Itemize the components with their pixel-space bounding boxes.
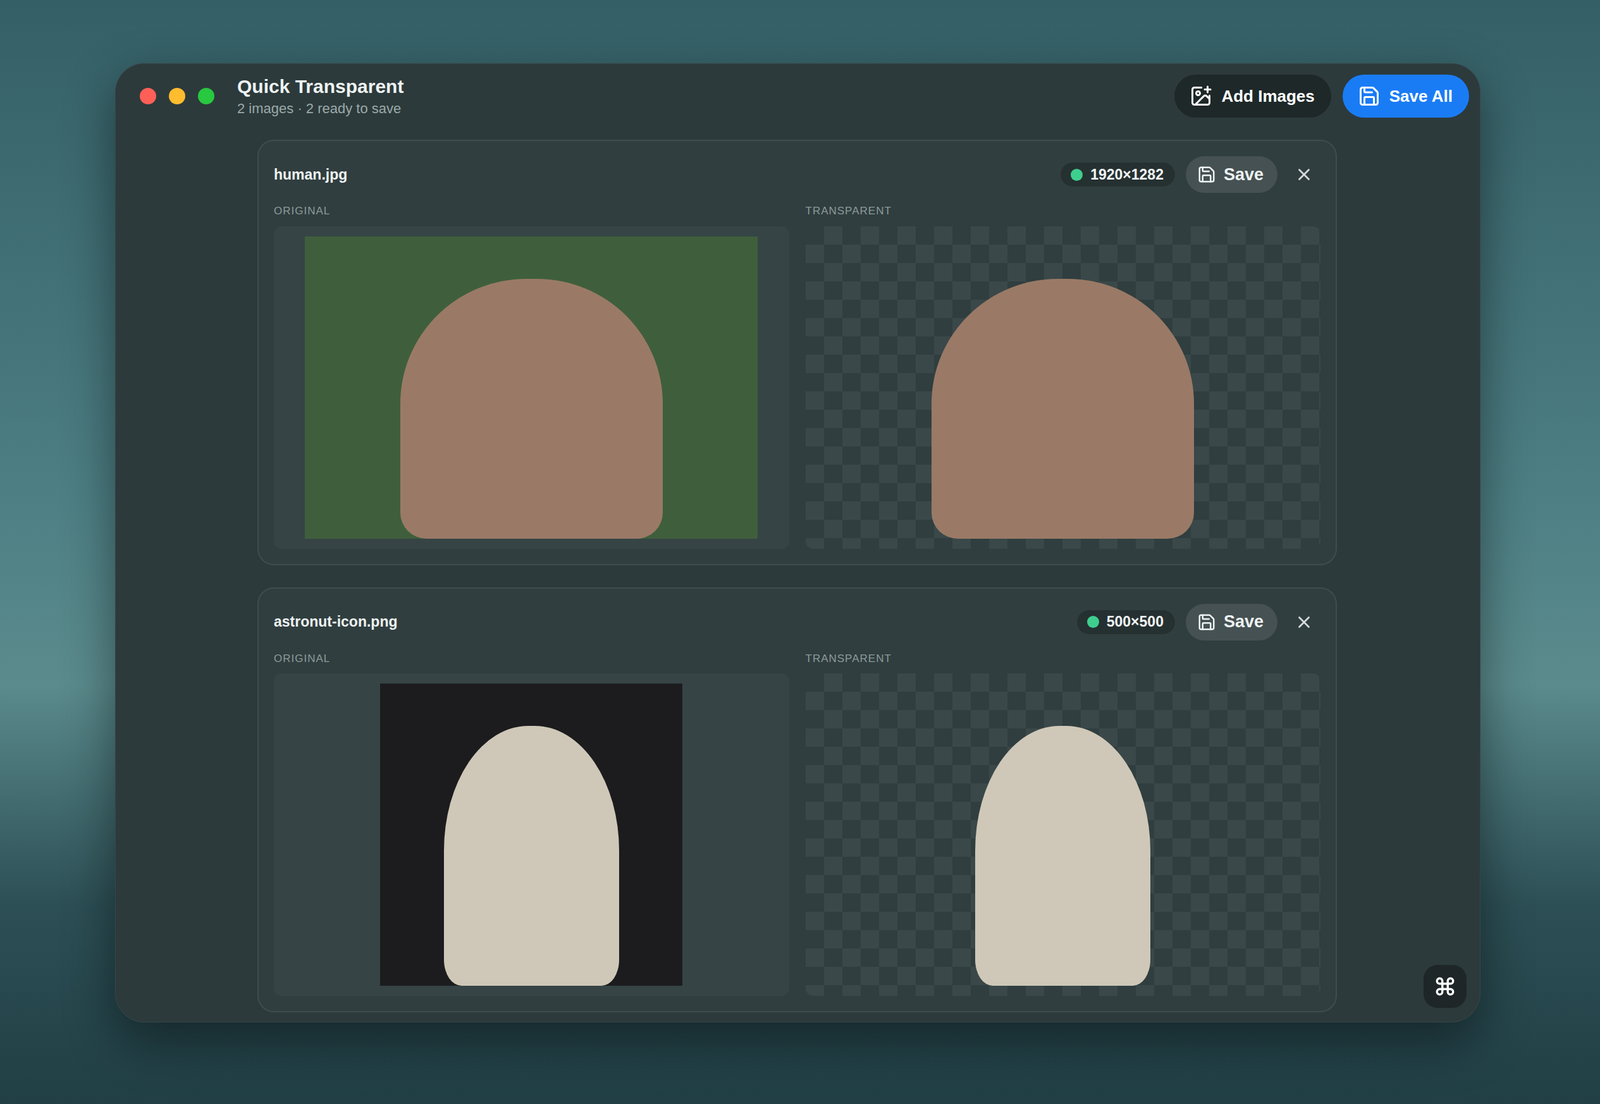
zoom-window-button[interactable] (197, 87, 215, 105)
transparent-label: TRANSPARENT (805, 205, 1322, 218)
cutout-subject (931, 278, 1194, 539)
remove-button[interactable] (1287, 605, 1321, 639)
file-name: astronut-icon.png (273, 613, 1067, 631)
save-icon (1197, 165, 1217, 185)
app-window: Quick Transparent2 images · 2 ready to s… (115, 63, 1481, 1023)
button-label: Add Images (1221, 86, 1315, 107)
close-window-button[interactable] (139, 87, 157, 105)
image-list: human.jpg 1920×1282 Save ORIGINAL TRANSPAREN… (257, 139, 1339, 1013)
save-label: Save (1223, 165, 1264, 185)
close-icon (1294, 165, 1314, 185)
image-card: astronut-icon.png 500×500 Save ORIGINAL TRAN… (257, 587, 1337, 1014)
save-all-button[interactable]: Save All (1342, 74, 1470, 118)
original-label: ORIGINAL (273, 205, 790, 218)
save-icon (1357, 84, 1381, 108)
window-title: Quick Transparent (237, 75, 404, 99)
card-header: astronut-icon.png 500×500 Save (273, 603, 1321, 641)
dimensions-badge: 1920×1282 (1059, 161, 1176, 188)
transparent-panel (805, 673, 1322, 997)
transparent-image (911, 683, 1215, 986)
window-controls (139, 87, 215, 105)
save-button[interactable]: Save (1185, 603, 1278, 641)
transparent-label: TRANSPARENT (805, 653, 1322, 666)
preview-columns: ORIGINAL TRANSPARENT (273, 653, 1321, 997)
status-dot (1070, 168, 1083, 181)
original-label: ORIGINAL (273, 653, 790, 666)
original-subject (443, 726, 620, 986)
original-image (380, 683, 683, 986)
dimensions-text: 1920×1282 (1090, 166, 1164, 184)
button-label: Save All (1389, 86, 1453, 107)
preview-columns: ORIGINAL TRANSPARENT (273, 205, 1321, 549)
original-image (304, 236, 758, 539)
minimize-window-button[interactable] (168, 87, 186, 105)
file-name: human.jpg (273, 166, 1050, 184)
remove-button[interactable] (1287, 158, 1321, 191)
title-bar: Quick Transparent2 images · 2 ready to s… (139, 74, 1470, 118)
save-label: Save (1223, 612, 1264, 632)
window-subtitle: 2 images · 2 ready to save (237, 100, 404, 117)
save-icon (1197, 612, 1217, 632)
transparent-panel (805, 226, 1322, 549)
transparent-column: TRANSPARENT (805, 205, 1322, 549)
original-column: ORIGINAL (273, 653, 790, 997)
title-block: Quick Transparent2 images · 2 ready to s… (237, 75, 404, 117)
original-panel (273, 673, 790, 997)
add-images-button[interactable]: Add Images (1174, 74, 1331, 118)
transparent-image (836, 236, 1290, 539)
toolbar: Add Images Save All (1174, 74, 1470, 118)
original-subject (400, 278, 663, 539)
close-icon (1294, 612, 1314, 632)
image-card: human.jpg 1920×1282 Save ORIGINAL TRANSPAREN… (257, 139, 1337, 566)
add-image-icon (1189, 84, 1213, 108)
original-panel (273, 226, 790, 549)
desktop: Quick Transparent2 images · 2 ready to s… (0, 0, 1600, 1104)
card-header: human.jpg 1920×1282 Save (273, 156, 1321, 193)
dimensions-badge: 500×500 (1076, 609, 1176, 635)
dimensions-text: 500×500 (1106, 613, 1164, 631)
save-button[interactable]: Save (1185, 156, 1278, 193)
shortcut-button[interactable] (1423, 965, 1467, 1009)
status-dot (1087, 615, 1100, 628)
transparent-column: TRANSPARENT (805, 653, 1322, 997)
command-icon (1434, 975, 1456, 998)
original-column: ORIGINAL (273, 205, 790, 549)
cutout-subject (975, 726, 1151, 986)
